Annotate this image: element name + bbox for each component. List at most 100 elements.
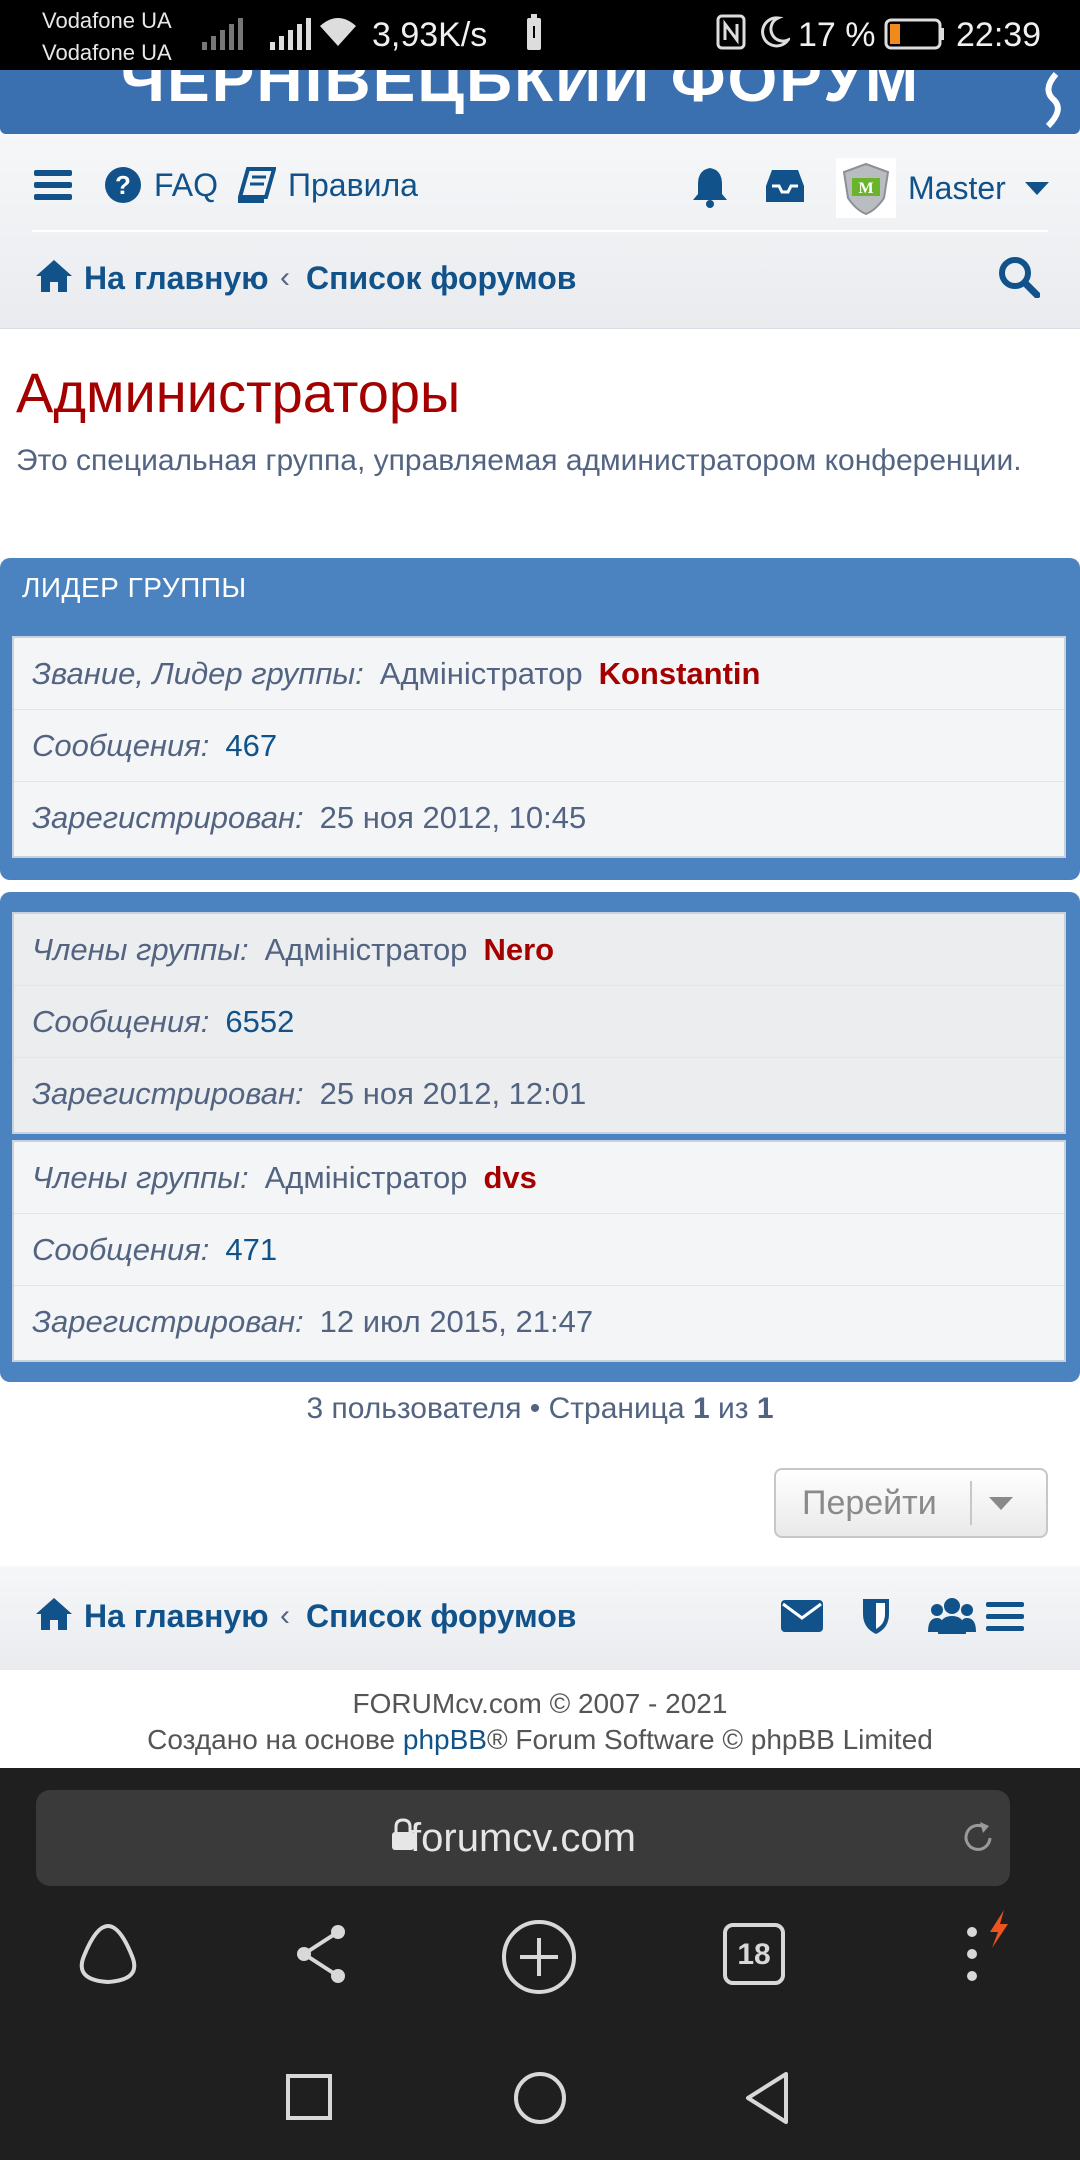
page-title: Администраторы bbox=[16, 361, 461, 424]
posts-count[interactable]: 471 bbox=[225, 1232, 277, 1268]
pagination-info: 3 пользователя • Страница 1 из 1 bbox=[0, 1392, 1080, 1426]
hamburger-icon bbox=[34, 170, 72, 200]
breadcrumb-home[interactable]: На главную bbox=[84, 260, 269, 297]
inbox-icon[interactable] bbox=[764, 168, 806, 204]
home-browser-icon[interactable] bbox=[70, 1920, 146, 1990]
reload-icon[interactable] bbox=[958, 1818, 998, 1858]
copyright-line-1: FORUMcv.com © 2007 - 2021 bbox=[352, 1688, 728, 1719]
group-leader-panel: ЛИДЕР ГРУППЫ Звание, Лидер группы: Адмін… bbox=[0, 558, 1080, 880]
username-link[interactable]: Nero bbox=[483, 932, 554, 968]
registered-date: 12 июл 2015, 21:47 bbox=[319, 1304, 594, 1339]
registered-date: 25 ноя 2012, 10:45 bbox=[319, 800, 587, 835]
group-members-panel: Члены группы: Адміністратор Nero Сообщен… bbox=[0, 892, 1080, 1382]
posts-label: Сообщения: bbox=[32, 727, 210, 763]
share-icon[interactable] bbox=[292, 1922, 352, 1986]
nav-row-top: ? FAQ Правила M Master bbox=[0, 158, 1080, 228]
registered-row: Зарегистрирован: 25 ноя 2012, 12:01 bbox=[14, 1058, 1064, 1130]
registered-label: Зарегистрирован: bbox=[32, 1304, 304, 1339]
hamburger-icon[interactable] bbox=[986, 1600, 1024, 1634]
registered-row: Зарегистрирован: 25 ноя 2012, 10:45 bbox=[14, 782, 1064, 854]
registered-row: Зарегистрирован: 12 июл 2015, 21:47 bbox=[14, 1286, 1064, 1358]
footer-breadcrumb-home[interactable]: На главную bbox=[84, 1598, 269, 1635]
caret-down-icon bbox=[989, 1497, 1013, 1510]
back-icon[interactable] bbox=[742, 2070, 792, 2126]
footer-nav: На главную ‹ Список форумов bbox=[0, 1566, 1080, 1670]
wifi-icon bbox=[320, 18, 356, 46]
member-card: Члены группы: Адміністратор Nero Сообщен… bbox=[12, 912, 1066, 1134]
posts-row: Сообщения: 467 bbox=[14, 710, 1064, 782]
phpbb-link[interactable]: phpBB bbox=[403, 1724, 487, 1755]
footer-breadcrumb-separator: ‹ bbox=[280, 1599, 290, 1632]
home-nav-icon[interactable] bbox=[512, 2070, 568, 2126]
nfc-icon bbox=[716, 14, 746, 50]
question-circle-icon: ? bbox=[105, 167, 141, 203]
current-page: 1 bbox=[692, 1392, 710, 1425]
registered-label: Зарегистрирован: bbox=[32, 1076, 304, 1111]
more-menu-icon[interactable] bbox=[960, 1908, 1020, 1998]
member-card: Члены группы: Адміністратор dvs Сообщени… bbox=[12, 1140, 1066, 1362]
posts-count[interactable]: 6552 bbox=[225, 1004, 294, 1040]
svg-text:?: ? bbox=[115, 170, 131, 200]
breadcrumb-separator: ‹ bbox=[280, 261, 290, 294]
users-icon[interactable] bbox=[928, 1596, 976, 1636]
shield-icon[interactable] bbox=[860, 1596, 892, 1636]
posts-row: Сообщения: 6552 bbox=[14, 986, 1064, 1058]
avatar: M bbox=[836, 158, 896, 218]
signal-icon bbox=[202, 18, 243, 50]
home-icon[interactable] bbox=[34, 1596, 74, 1632]
clock: 22:39 bbox=[956, 16, 1042, 54]
rank-label: Члены группы: bbox=[32, 1159, 249, 1195]
posts-count[interactable]: 467 bbox=[225, 728, 277, 764]
svg-text:M: M bbox=[858, 180, 873, 197]
jump-to-button[interactable]: Перейти bbox=[774, 1468, 1048, 1538]
username-link[interactable]: dvs bbox=[483, 1160, 536, 1196]
rank-value: Адміністратор bbox=[264, 931, 468, 967]
faq-link[interactable]: ? FAQ bbox=[104, 162, 218, 208]
bell-icon[interactable] bbox=[690, 164, 730, 208]
breadcrumb: На главную ‹ Список форумов bbox=[0, 246, 1080, 316]
url-text: forumcv.com bbox=[410, 1816, 636, 1860]
rank-row: Звание, Лидер группы: Адміністратор Kons… bbox=[14, 638, 1064, 710]
rank-row: Члены группы: Адміністратор dvs bbox=[14, 1142, 1064, 1214]
battery-percent: 17 % bbox=[798, 16, 876, 54]
battery-icon bbox=[884, 18, 944, 50]
posts-row: Сообщения: 471 bbox=[14, 1214, 1064, 1286]
username-link[interactable]: Konstantin bbox=[599, 656, 761, 692]
member-card: Звание, Лидер группы: Адміністратор Kons… bbox=[12, 636, 1066, 858]
tabs-count: 18 bbox=[737, 1938, 771, 1971]
registered-label: Зарегистрирован: bbox=[32, 800, 304, 835]
battery-saver-icon bbox=[527, 14, 541, 50]
envelope-icon[interactable] bbox=[780, 1598, 824, 1634]
carrier-1: Vodafone UA bbox=[42, 8, 172, 33]
user-menu[interactable]: M Master bbox=[836, 158, 1050, 218]
user-count-text: 3 пользователя • Страница bbox=[306, 1392, 685, 1425]
rules-link[interactable]: Правила bbox=[238, 162, 418, 208]
site-banner[interactable]: ЧЕРНІВЕЦЬКИЙ ФОРУМ bbox=[0, 70, 1080, 134]
jump-label: Перейти bbox=[802, 1483, 937, 1522]
signal-icon-2 bbox=[270, 18, 311, 50]
search-icon[interactable] bbox=[998, 256, 1040, 298]
rank-label: Члены группы: bbox=[32, 931, 249, 967]
menu-button[interactable] bbox=[34, 168, 72, 202]
page-description: Это специальная группа, управляемая адми… bbox=[16, 444, 1022, 477]
rank-value: Адміністратор bbox=[264, 1159, 468, 1195]
system-nav-bar bbox=[0, 2040, 1080, 2160]
panel-header: ЛИДЕР ГРУППЫ bbox=[22, 572, 247, 603]
home-icon[interactable] bbox=[34, 258, 74, 294]
new-tab-icon[interactable] bbox=[500, 1918, 578, 1996]
rank-row: Члены группы: Адміністратор Nero bbox=[14, 914, 1064, 986]
chevron-down-icon bbox=[1024, 182, 1049, 195]
footer-breadcrumb-forums[interactable]: Список форумов bbox=[306, 1598, 576, 1635]
posts-label: Сообщения: bbox=[32, 1231, 210, 1267]
registered-date: 25 ноя 2012, 12:01 bbox=[319, 1076, 587, 1111]
nav-divider bbox=[32, 230, 1048, 232]
rank-label: Звание, Лидер группы: bbox=[32, 655, 364, 691]
address-bar[interactable]: forumcv.com bbox=[36, 1790, 1010, 1886]
username: Master bbox=[908, 169, 1006, 206]
banner-logo-icon bbox=[1045, 72, 1061, 129]
recents-icon[interactable] bbox=[284, 2072, 334, 2122]
breadcrumb-forums[interactable]: Список форумов bbox=[306, 260, 576, 297]
rules-label: Правила bbox=[288, 166, 418, 203]
rank-value: Адміністратор bbox=[379, 655, 583, 691]
faq-label: FAQ bbox=[154, 166, 219, 203]
